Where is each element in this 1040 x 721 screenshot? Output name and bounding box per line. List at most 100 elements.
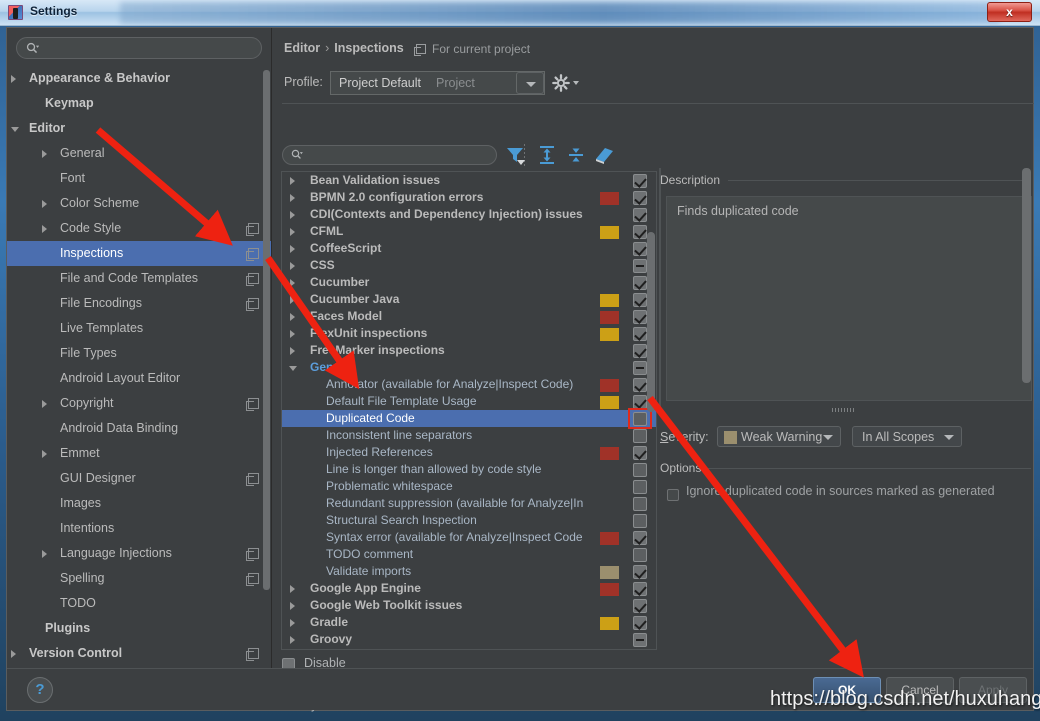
sidebar-item-file-and-code-templates[interactable]: File and Code Templates [7, 266, 271, 291]
severity-color-chip[interactable] [600, 226, 619, 239]
inspection-row[interactable]: Problematic whitespace [282, 478, 656, 495]
chevron-right-icon[interactable] [42, 150, 47, 158]
inspection-row[interactable]: Injected References [282, 444, 656, 461]
inspection-search-input[interactable] [282, 145, 497, 165]
chevron-right-icon[interactable] [290, 194, 295, 202]
inspection-row[interactable]: Google App Engine [282, 580, 656, 597]
copy-settings-icon[interactable] [248, 648, 259, 659]
copy-settings-icon[interactable] [248, 573, 259, 584]
inspection-enabled-checkbox[interactable] [633, 293, 647, 307]
inspection-enabled-checkbox[interactable] [633, 225, 647, 239]
copy-settings-icon[interactable] [248, 273, 259, 284]
sidebar-item-font[interactable]: Font [7, 166, 271, 191]
content-scrollbar-thumb[interactable] [1022, 168, 1031, 383]
sidebar-item-version-control[interactable]: Version Control [7, 641, 271, 666]
inspection-enabled-checkbox[interactable] [633, 531, 647, 545]
inspection-row[interactable]: Default File Template Usage [282, 393, 656, 410]
inspection-enabled-checkbox[interactable] [633, 497, 647, 511]
inspection-enabled-checkbox[interactable] [633, 276, 647, 290]
close-icon[interactable]: x [987, 2, 1032, 22]
inspection-row[interactable]: Bean Validation issues [282, 172, 656, 189]
inspection-enabled-checkbox[interactable] [633, 616, 647, 630]
chevron-right-icon[interactable] [42, 200, 47, 208]
sidebar-item-file-types[interactable]: File Types [7, 341, 271, 366]
sidebar-scrollbar-thumb[interactable] [263, 70, 270, 590]
inspection-row[interactable]: Faces Model [282, 308, 656, 325]
chevron-right-icon[interactable] [290, 347, 295, 355]
sidebar-item-gui-designer[interactable]: GUI Designer [7, 466, 271, 491]
description-splitter-handle[interactable] [832, 408, 856, 412]
inspection-enabled-checkbox[interactable] [633, 514, 647, 528]
chevron-right-icon[interactable] [290, 211, 295, 219]
copy-settings-icon[interactable] [248, 473, 259, 484]
inspections-tree-list[interactable]: Bean Validation issuesBPMN 2.0 configura… [282, 172, 656, 648]
inspection-enabled-checkbox[interactable] [633, 259, 647, 273]
inspection-enabled-checkbox[interactable] [633, 361, 647, 375]
copy-settings-icon[interactable] [248, 548, 259, 559]
inspection-enabled-checkbox[interactable] [633, 446, 647, 460]
ignore-generated-checkbox[interactable] [667, 489, 679, 501]
profile-dropdown-button[interactable] [516, 72, 544, 94]
sidebar-item-copyright[interactable]: Copyright [7, 391, 271, 416]
severity-color-chip[interactable] [600, 294, 619, 307]
inspection-enabled-checkbox[interactable] [633, 548, 647, 562]
chevron-right-icon[interactable] [290, 330, 295, 338]
chevron-right-icon[interactable] [42, 450, 47, 458]
severity-color-chip[interactable] [600, 311, 619, 324]
inspection-enabled-checkbox[interactable] [633, 582, 647, 596]
chevron-right-icon[interactable] [11, 75, 16, 83]
breadcrumb-root[interactable]: Editor [284, 41, 320, 55]
sidebar-item-list[interactable]: Appearance & BehaviorKeymapEditorGeneral… [7, 66, 271, 669]
inspection-row[interactable]: CFML [282, 223, 656, 240]
sidebar-item-live-templates[interactable]: Live Templates [7, 316, 271, 341]
chevron-right-icon[interactable] [290, 279, 295, 287]
copy-settings-icon[interactable] [248, 398, 259, 409]
severity-color-chip[interactable] [600, 192, 619, 205]
inspection-row[interactable]: CDI(Contexts and Dependency Injection) i… [282, 206, 656, 223]
sidebar-item-language-injections[interactable]: Language Injections [7, 541, 271, 566]
inspection-row[interactable]: CSS [282, 257, 656, 274]
inspection-row[interactable]: Cucumber [282, 274, 656, 291]
inspection-row[interactable]: Gradle [282, 614, 656, 631]
inspection-enabled-checkbox[interactable] [633, 327, 647, 341]
sidebar-item-inspections[interactable]: Inspections [7, 241, 271, 266]
severity-color-chip[interactable] [600, 566, 619, 579]
chevron-right-icon[interactable] [290, 296, 295, 304]
chevron-right-icon[interactable] [290, 313, 295, 321]
sidebar-search-input[interactable] [16, 37, 262, 59]
inspection-enabled-checkbox[interactable] [633, 310, 647, 324]
inspection-row[interactable]: Validate imports [282, 563, 656, 580]
sidebar-item-editor[interactable]: Editor [7, 116, 271, 141]
sidebar-item-emmet[interactable]: Emmet [7, 441, 271, 466]
help-icon[interactable]: ? [27, 677, 53, 703]
inspection-enabled-checkbox[interactable] [633, 480, 647, 494]
chevron-right-icon[interactable] [290, 228, 295, 236]
inspection-row[interactable]: Duplicated Code [282, 410, 656, 427]
inspection-row[interactable]: FlexUnit inspections [282, 325, 656, 342]
severity-color-chip[interactable] [600, 532, 619, 545]
inspection-row[interactable]: TODO comment [282, 546, 656, 563]
inspection-enabled-checkbox[interactable] [633, 599, 647, 613]
profile-combobox[interactable]: Project Default Project [330, 71, 545, 95]
sidebar-item-todo[interactable]: TODO [7, 591, 271, 616]
inspection-enabled-checkbox[interactable] [633, 242, 647, 256]
filter-icon[interactable] [504, 144, 528, 166]
inspection-row[interactable]: FreeMarker inspections [282, 342, 656, 359]
inspection-enabled-checkbox[interactable] [633, 463, 647, 477]
sidebar-item-general[interactable]: General [7, 141, 271, 166]
severity-color-chip[interactable] [600, 379, 619, 392]
inspection-row[interactable]: Groovy [282, 631, 656, 648]
inspection-enabled-checkbox[interactable] [633, 633, 647, 647]
sidebar-item-intentions[interactable]: Intentions [7, 516, 271, 541]
sidebar-item-images[interactable]: Images [7, 491, 271, 516]
inspection-row[interactable]: Structural Search Inspection [282, 512, 656, 529]
chevron-right-icon[interactable] [290, 619, 295, 627]
chevron-right-icon[interactable] [11, 650, 16, 658]
inspection-enabled-checkbox[interactable] [633, 344, 647, 358]
severity-color-chip[interactable] [600, 617, 619, 630]
inspection-row[interactable]: General [282, 359, 656, 376]
sidebar-item-code-style[interactable]: Code Style [7, 216, 271, 241]
inspection-enabled-checkbox[interactable] [633, 429, 647, 443]
inspection-enabled-checkbox[interactable] [633, 378, 647, 392]
copy-settings-icon[interactable] [248, 223, 259, 234]
